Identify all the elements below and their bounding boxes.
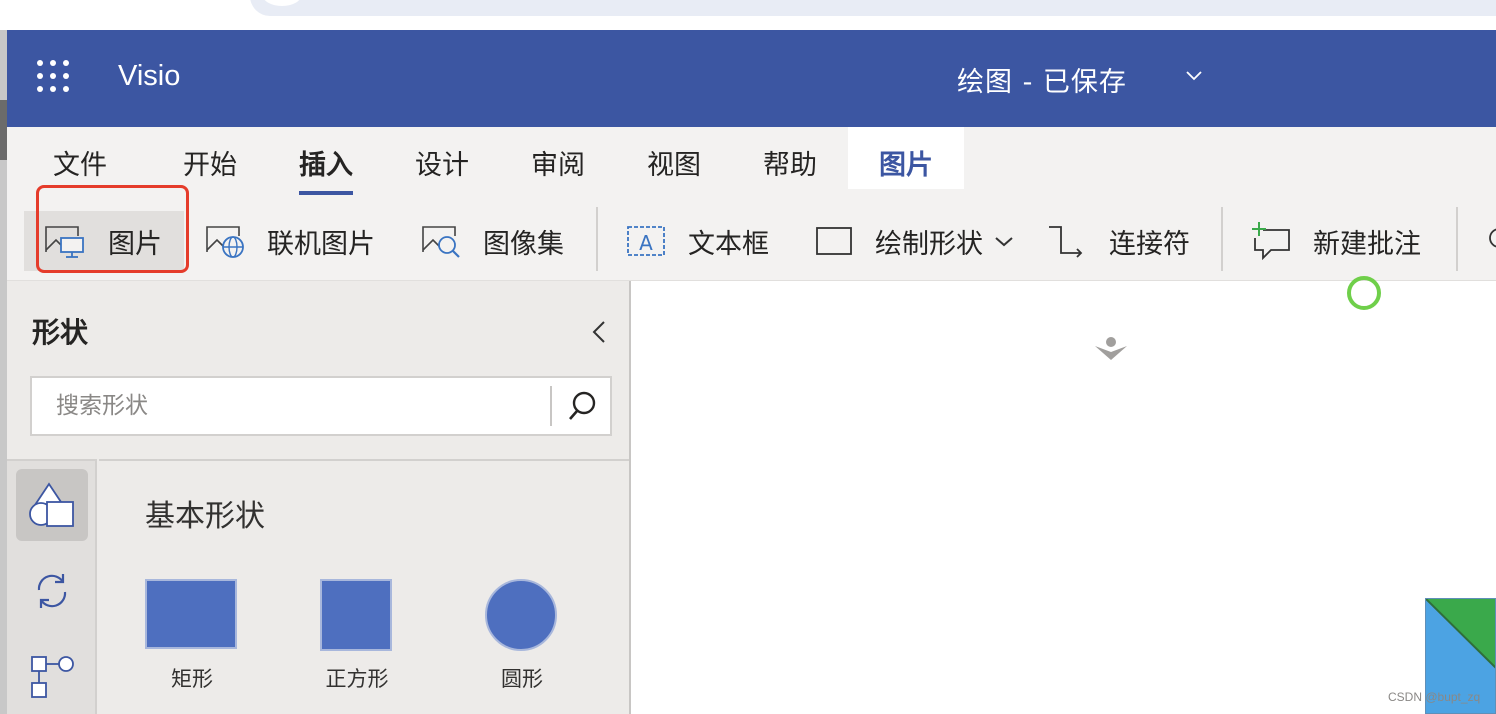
document-title[interactable]: 绘图 - 已保存 [957, 60, 1127, 99]
text-box-icon: A [627, 226, 665, 256]
tab-design[interactable]: 设计 [415, 143, 469, 189]
new-comment-label: 新建批注 [1313, 228, 1421, 260]
ribbon-separator [1456, 207, 1458, 271]
tab-review[interactable]: 审阅 [531, 143, 585, 189]
connector-button[interactable]: 连接符 [1047, 211, 1190, 271]
insert-marker-icon[interactable] [1093, 336, 1129, 362]
flowchart-icon [31, 656, 74, 698]
ribbon: 文件 开始 插入 设计 审阅 视图 帮助 图片 图片 联机图片 图像集 A 文本… [7, 127, 1496, 281]
ribbon-separator [596, 207, 598, 271]
tab-picture[interactable]: 图片 [879, 143, 933, 189]
stencil-basic-shapes: 基本形状 矩形 正方形 圆形 [99, 459, 629, 714]
tab-help[interactable]: 帮助 [763, 143, 817, 189]
online-picture-button[interactable]: 联机图片 [205, 211, 375, 271]
new-comment-button[interactable]: 新建批注 [1251, 211, 1421, 271]
browser-address-bar[interactable] [250, 0, 1496, 16]
new-comment-icon [1252, 222, 1290, 260]
browser-strip [0, 0, 1496, 30]
shape-search-box [30, 376, 612, 436]
search-divider [550, 386, 552, 426]
text-box-button[interactable]: A 文本框 [626, 211, 769, 271]
stencil-basic-shapes-button[interactable] [16, 469, 88, 541]
image-set-label: 图像集 [483, 228, 564, 260]
svg-text:A: A [639, 231, 653, 255]
shape-label: 正方形 [325, 667, 389, 691]
app-launcher-waffle-icon[interactable] [35, 58, 71, 94]
watermark: CSDN @bupt_zq [1388, 690, 1481, 704]
draw-shape-button[interactable]: 绘制形状 [815, 211, 1015, 271]
draw-shape-label: 绘制形状 [875, 228, 983, 260]
drawing-canvas[interactable] [633, 276, 1496, 714]
chevron-left-icon[interactable] [587, 317, 611, 347]
shape-label: 圆形 [501, 667, 543, 691]
shape-label: 矩形 [171, 667, 213, 691]
image-set-button[interactable]: 图像集 [421, 211, 564, 271]
basic-shapes-icon [29, 482, 74, 527]
square-shape-icon [320, 579, 392, 651]
shapes-pane-title: 形状 [32, 316, 89, 349]
rectangle-shape-icon [145, 579, 237, 649]
image-set-icon [422, 226, 460, 258]
chevron-down-icon[interactable] [1184, 66, 1204, 86]
cycle-arrows-icon [37, 574, 67, 608]
connector-label: 连接符 [1109, 228, 1190, 260]
circle-shape-icon [485, 579, 557, 651]
ribbon-separator [1221, 207, 1223, 271]
online-picture-icon [206, 226, 244, 258]
stencil-cycle-button[interactable] [16, 555, 88, 627]
online-picture-label: 联机图片 [267, 228, 375, 260]
chevron-down-icon[interactable] [993, 231, 1015, 251]
highlight-annotation-box [36, 185, 189, 273]
stencil-flowchart-button[interactable] [16, 641, 88, 713]
app-header: Visio 绘图 - 已保存 [7, 30, 1496, 127]
overflow-command-icon[interactable] [1485, 225, 1496, 255]
window-left-edge [0, 30, 7, 714]
text-box-label: 文本框 [688, 228, 769, 260]
shape-search-input[interactable] [32, 378, 550, 434]
shape-rectangle[interactable]: 矩形 [127, 571, 257, 711]
tab-view[interactable]: 视图 [647, 143, 701, 189]
search-icon[interactable] [560, 386, 604, 426]
tab-insert[interactable]: 插入 [299, 143, 353, 195]
tab-home[interactable]: 开始 [183, 143, 237, 189]
tab-file[interactable]: 文件 [53, 143, 107, 189]
shape-circle[interactable]: 圆形 [457, 571, 587, 711]
shapes-pane: 形状 搜索形状 基本形状 矩形 正方形 圆形 [7, 281, 631, 714]
connector-icon [1049, 226, 1083, 258]
app-name[interactable]: Visio [118, 60, 180, 93]
stencil-rail [7, 459, 97, 714]
shape-square[interactable]: 正方形 [292, 571, 422, 711]
window-left-edge-dark [0, 100, 7, 160]
rotation-handle[interactable] [1347, 276, 1381, 310]
stencil-title: 基本形状 [145, 499, 265, 534]
draw-shape-icon [816, 227, 852, 255]
